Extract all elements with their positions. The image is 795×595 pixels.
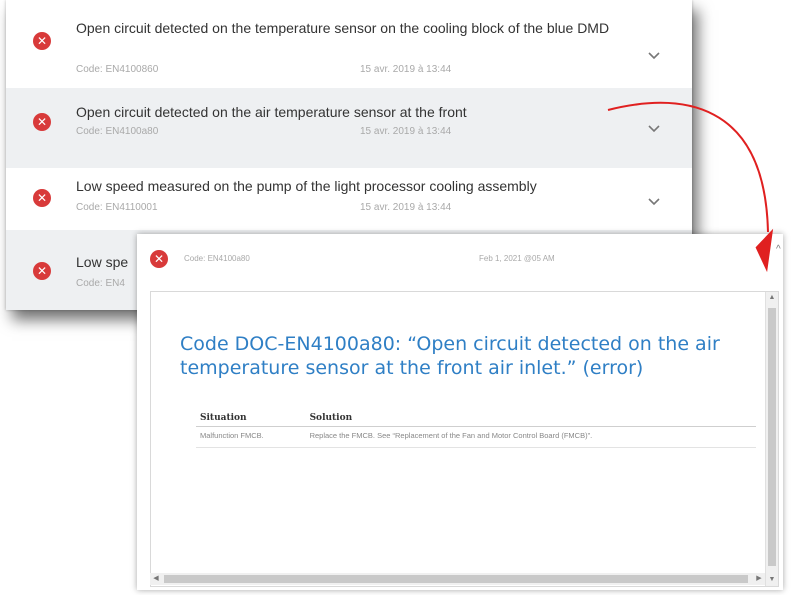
error-icon: ✕ — [33, 189, 51, 207]
error-date: 15 avr. 2019 à 13:44 — [360, 126, 452, 137]
error-icon: ✕ — [150, 250, 168, 268]
error-detail-window: ✕ Code: EN4100a80 Feb 1, 2021 @05 AM Cod… — [137, 234, 783, 590]
scroll-up-icon[interactable]: ▲ — [766, 292, 778, 304]
table-header-row: Situation Solution — [196, 410, 756, 427]
chevron-down-icon[interactable] — [646, 121, 662, 137]
documentation-frame: Code DOC-EN4100a80: “Open circuit detect… — [150, 291, 779, 587]
detail-code: Code: EN4100a80 — [184, 254, 250, 263]
scroll-right-icon[interactable]: ▶ — [753, 573, 765, 585]
chevron-up-icon[interactable]: ^ — [776, 244, 781, 255]
vertical-scroll-thumb[interactable] — [768, 308, 776, 566]
detail-header: ✕ Code: EN4100a80 Feb 1, 2021 @05 AM — [137, 234, 783, 286]
error-icon: ✕ — [33, 32, 51, 50]
chevron-down-icon[interactable] — [646, 194, 662, 210]
vertical-scrollbar[interactable]: ▲ ▼ — [765, 292, 778, 586]
situation-solution-table: Situation Solution Malfunction FMCB. Rep… — [196, 410, 756, 448]
column-header: Situation — [196, 410, 306, 427]
detail-date: Feb 1, 2021 @05 AM — [479, 254, 555, 263]
error-list-item[interactable]: ✕ Open circuit detected on the air tempe… — [6, 88, 692, 168]
error-code: Code: EN4110001 — [76, 202, 158, 213]
error-code: Code: EN4100860 — [76, 64, 159, 75]
scroll-left-icon[interactable]: ◀ — [150, 573, 162, 585]
table-row: Malfunction FMCB. Replace the FMCB. See … — [196, 426, 756, 448]
horizontal-scroll-thumb[interactable] — [164, 575, 748, 583]
situation-cell: Malfunction FMCB. — [196, 426, 306, 448]
column-header: Solution — [305, 410, 756, 427]
error-title: Open circuit detected on the air tempera… — [76, 104, 467, 120]
error-date: 15 avr. 2019 à 13:44 — [360, 202, 452, 213]
error-icon: ✕ — [33, 113, 51, 131]
error-date: 15 avr. 2019 à 13:44 — [360, 64, 452, 75]
scroll-down-icon[interactable]: ▼ — [766, 574, 778, 586]
error-code: Code: EN4100a80 — [76, 126, 159, 137]
error-list-item[interactable]: ✕ Low speed measured on the pump of the … — [6, 168, 692, 230]
error-title: Low speed measured on the pump of the li… — [76, 178, 537, 194]
doc-title: Code DOC-EN4100a80: “Open circuit detect… — [180, 333, 720, 379]
error-icon: ✕ — [33, 262, 51, 280]
error-code: Code: EN4 — [76, 278, 125, 289]
horizontal-scrollbar[interactable]: ◀ ▶ — [150, 573, 765, 585]
chevron-down-icon[interactable] — [646, 48, 662, 64]
solution-cell: Replace the FMCB. See “Replacement of th… — [305, 426, 756, 448]
error-list-item[interactable]: ✕ Open circuit detected on the temperatu… — [6, 0, 692, 88]
error-title: Open circuit detected on the temperature… — [76, 20, 610, 36]
